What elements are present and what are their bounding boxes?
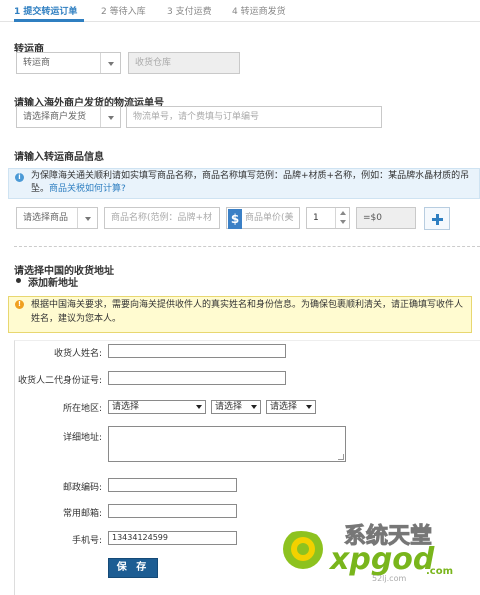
email-input[interactable]	[108, 504, 237, 518]
chevron-down-icon	[251, 405, 257, 409]
chevron-up-icon[interactable]	[340, 211, 346, 215]
warning-icon: !	[15, 300, 24, 309]
goods-item-select[interactable]: 请选择商品	[16, 207, 98, 229]
add-address-radio[interactable]	[16, 278, 21, 283]
goods-name-input[interactable]: 商品名称(范例：品牌+材	[104, 207, 220, 229]
chevron-down-icon	[306, 405, 312, 409]
postcode-label: 邮政编码:	[62, 483, 102, 493]
dollar-icon: $	[228, 209, 242, 229]
quantity-value: 1	[313, 213, 319, 223]
district-select[interactable]: 请选择	[266, 400, 316, 414]
tracking-number-input[interactable]: 物流单号，请个费填与订单编号	[126, 106, 382, 128]
recipient-id-label: 收货人二代身份证号:	[17, 376, 102, 386]
step-carrier-ship: 4 转运商发货	[232, 7, 286, 17]
district-select-value: 请选择	[270, 402, 298, 412]
carrier-select-value: 转运商	[23, 58, 51, 68]
resize-handle-icon[interactable]	[338, 454, 344, 460]
city-select-value: 请选择	[215, 402, 243, 412]
goods-info-banner: i 为保障海关通关顺利请如实填写商品名称，商品名称填写范例：品牌+材质+名称，例…	[8, 168, 480, 199]
save-button[interactable]: 保 存	[108, 558, 158, 578]
info-icon: i	[15, 173, 24, 182]
merchant-select-value: 请选择商户发货	[23, 112, 87, 122]
watermark-tld: .com	[426, 566, 454, 577]
add-new-address-label[interactable]: 添加新地址	[28, 274, 78, 289]
chevron-down-icon	[100, 107, 120, 127]
quantity-stepper[interactable]: 1	[306, 207, 350, 229]
watermark-logo-icon	[282, 528, 324, 569]
step-pay-shipping: 3 支付运费	[167, 7, 212, 17]
phone-label: 手机号:	[71, 536, 102, 546]
warehouse-field[interactable]: 收货仓库	[128, 52, 240, 74]
progress-steps: 1 提交转运订单 2 等待入库 3 支付运费 4 转运商发货	[0, 0, 480, 22]
postcode-input[interactable]	[108, 478, 237, 492]
step-await-storage: 2 等待入库	[101, 7, 146, 17]
merchant-select[interactable]: 请选择商户发货	[16, 106, 121, 128]
tariff-help-link[interactable]: 商品关税如何计算?	[49, 184, 126, 194]
province-select[interactable]: 请选择	[108, 400, 206, 414]
recipient-name-input[interactable]	[108, 344, 286, 358]
detail-address-textarea[interactable]	[108, 426, 346, 462]
watermark-sub: 52lj.com	[372, 574, 407, 583]
goods-subtotal: =$0	[356, 207, 416, 229]
watermark-site: xpgod	[330, 542, 435, 577]
recipient-name-label: 收货人姓名:	[53, 349, 102, 359]
goods-title: 请输入转运商品信息	[14, 152, 104, 163]
chevron-down-icon	[100, 53, 120, 73]
detail-address-label: 详细地址:	[62, 433, 102, 443]
province-select-value: 请选择	[112, 402, 140, 412]
recipient-id-input[interactable]	[108, 371, 286, 385]
chevron-down-icon	[196, 405, 202, 409]
chevron-down-icon[interactable]	[340, 220, 346, 224]
section-divider	[14, 246, 480, 247]
region-label: 所在地区:	[62, 404, 102, 414]
add-goods-button[interactable]	[424, 207, 450, 230]
chevron-down-icon	[77, 208, 97, 228]
phone-input[interactable]: 13434124599	[108, 531, 237, 545]
goods-item-select-value: 请选择商品	[23, 213, 69, 223]
carrier-select[interactable]: 转运商	[16, 52, 121, 74]
active-step-indicator	[14, 19, 84, 22]
city-select[interactable]: 请选择	[211, 400, 261, 414]
stepper-arrows[interactable]	[335, 208, 349, 228]
customs-warning-banner: ! 根据中国海关要求，需要向海关提供收件人的真实姓名和身份信息。为确保包裹顺利清…	[8, 296, 472, 333]
step-submit-order: 1 提交转运订单	[14, 7, 78, 17]
goods-price-placeholder: 商品单价(美	[245, 213, 294, 223]
customs-warning-text: 根据中国海关要求，需要向海关提供收件人的真实姓名和身份信息。为确保包裹顺利清关，…	[31, 300, 464, 324]
email-label: 常用邮箱:	[62, 509, 102, 519]
